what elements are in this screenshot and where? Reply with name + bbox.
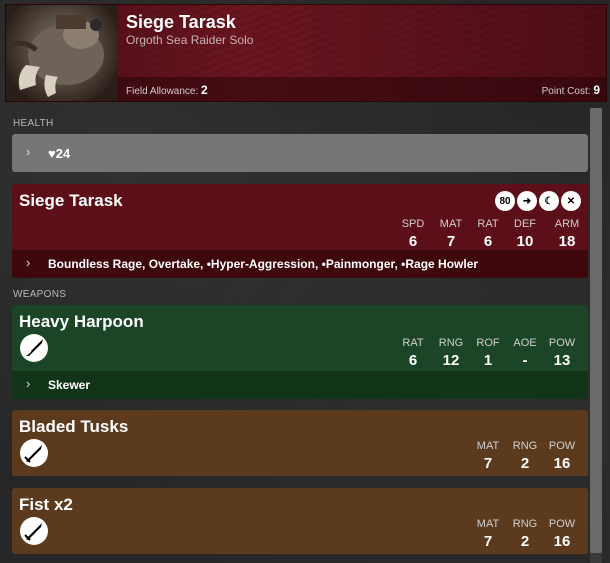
abilities-row[interactable]: › Boundless Rage, Overtake, •Hyper-Aggre…	[12, 250, 588, 278]
unit-title: Siege Tarask	[126, 12, 236, 32]
health-value-wrap: ♥24	[48, 146, 70, 161]
weapons-section-label: WEAPONS	[13, 289, 67, 300]
stat-value: -	[522, 352, 528, 369]
stat-mat: MAT 7	[434, 218, 468, 250]
chevron-right-icon[interactable]: ›	[26, 376, 30, 391]
header-info-bar: Field Allowance: 2 Point Cost: 9	[118, 77, 606, 101]
weapon-stat: RNG 12	[434, 337, 468, 369]
health-row[interactable]: › ♥24	[12, 134, 588, 172]
melee-weapon-icon	[20, 517, 48, 545]
crossed-swords-icon: ✕	[561, 191, 581, 211]
chevron-right-icon[interactable]: ›	[26, 144, 30, 159]
health-value: 24	[55, 146, 71, 161]
point-cost: Point Cost: 9	[542, 83, 600, 97]
stat-value: 13	[553, 352, 571, 369]
stat-value: 6	[483, 233, 493, 250]
stat-value: 16	[553, 533, 571, 550]
weapon-name: Heavy Harpoon	[19, 312, 144, 331]
weapon-stat: MAT 7	[471, 440, 505, 472]
stat-value: 7	[483, 533, 493, 550]
stat-value: 12	[442, 352, 460, 369]
melee-weapon-icon	[20, 439, 48, 467]
heart-icon: ♥	[48, 146, 56, 161]
scrollbar-thumb[interactable]	[590, 108, 602, 553]
field-allowance: Field Allowance: 2	[126, 83, 208, 97]
stat-label: MAT	[476, 518, 500, 530]
weapon-special-text: Skewer	[48, 378, 91, 392]
stat-label: POW	[548, 440, 576, 452]
chevron-right-icon[interactable]: ›	[26, 255, 30, 270]
stat-arm: ARM 18	[550, 218, 584, 250]
stat-label: ROF	[476, 337, 500, 349]
weapon-stat: POW 16	[545, 440, 579, 472]
weapon-stat: ROF 1	[471, 337, 505, 369]
abilities-text: Boundless Rage, Overtake, •Hyper-Aggress…	[48, 257, 479, 271]
stat-value: 2	[520, 455, 530, 472]
stat-label: AOE	[513, 337, 537, 349]
stat-label: POW	[548, 337, 576, 349]
stat-label: RNG	[438, 337, 464, 349]
model-card: Siege Tarask 80 ➜ ☾ ✕ SPD 6 MAT 7 RAT 6 …	[12, 184, 588, 278]
weapon-stat: RNG 2	[508, 518, 542, 550]
weapon-stat: RNG 2	[508, 440, 542, 472]
stat-label: MAT	[439, 218, 463, 230]
weapon-name: Fist x2	[19, 495, 73, 514]
weapon-card-bladed-tusks: Bladed Tusks MAT 7 RNG 2 POW 16	[12, 410, 588, 476]
stat-label: RNG	[512, 440, 538, 452]
model-name: Siege Tarask	[19, 191, 123, 210]
stat-label: MAT	[476, 440, 500, 452]
unit-header: Siege Tarask Orgoth Sea Raider Solo Fiel…	[5, 4, 607, 102]
stat-value: 7	[483, 455, 493, 472]
unit-portrait	[6, 5, 118, 101]
stat-spd: SPD 6	[396, 218, 430, 250]
weapon-stat: POW 16	[545, 518, 579, 550]
stat-def: DEF 10	[508, 218, 542, 250]
weapon-stat: AOE -	[508, 337, 542, 369]
stat-value: 2	[520, 533, 530, 550]
stat-label: DEF	[514, 218, 536, 230]
unit-subtitle: Orgoth Sea Raider Solo	[126, 33, 254, 47]
stat-label: SPD	[401, 218, 425, 230]
field-allowance-value: 2	[201, 83, 208, 97]
stat-label: RAT	[477, 218, 499, 230]
stat-value: 7	[446, 233, 456, 250]
ranged-weapon-icon	[20, 334, 48, 362]
weapon-stat: MAT 7	[471, 518, 505, 550]
base-size-badge: 80	[495, 191, 515, 211]
point-cost-value: 9	[593, 83, 600, 97]
stat-value: 16	[553, 455, 571, 472]
point-cost-label: Point Cost:	[541, 86, 591, 97]
weapon-card-fist: Fist x2 MAT 7 RNG 2 POW 16	[12, 488, 588, 554]
stat-label: POW	[548, 518, 576, 530]
stat-value: 18	[558, 233, 576, 250]
stat-label: ARM	[554, 218, 580, 230]
weapon-special-row[interactable]: › Skewer	[12, 371, 588, 399]
stat-value: 6	[408, 233, 418, 250]
stat-value: 6	[408, 352, 418, 369]
weapon-stat: RAT 6	[396, 337, 430, 369]
weapon-card-heavy-harpoon: Heavy Harpoon RAT 6 RNG 12 ROF 1 AOE - P…	[12, 305, 588, 399]
stat-rat: RAT 6	[471, 218, 505, 250]
model-badges: 80 ➜ ☾ ✕	[495, 191, 581, 211]
stat-label: RNG	[512, 518, 538, 530]
stat-value: 1	[483, 352, 493, 369]
weapon-name: Bladed Tusks	[19, 417, 129, 436]
health-section-label: HEALTH	[13, 118, 54, 129]
stat-value: 10	[516, 233, 534, 250]
weapon-stat: POW 13	[545, 337, 579, 369]
stat-label: RAT	[402, 337, 424, 349]
advance-arrows-icon: ➜	[517, 191, 537, 211]
moon-icon: ☾	[539, 191, 559, 211]
field-allowance-label: Field Allowance:	[126, 86, 199, 97]
